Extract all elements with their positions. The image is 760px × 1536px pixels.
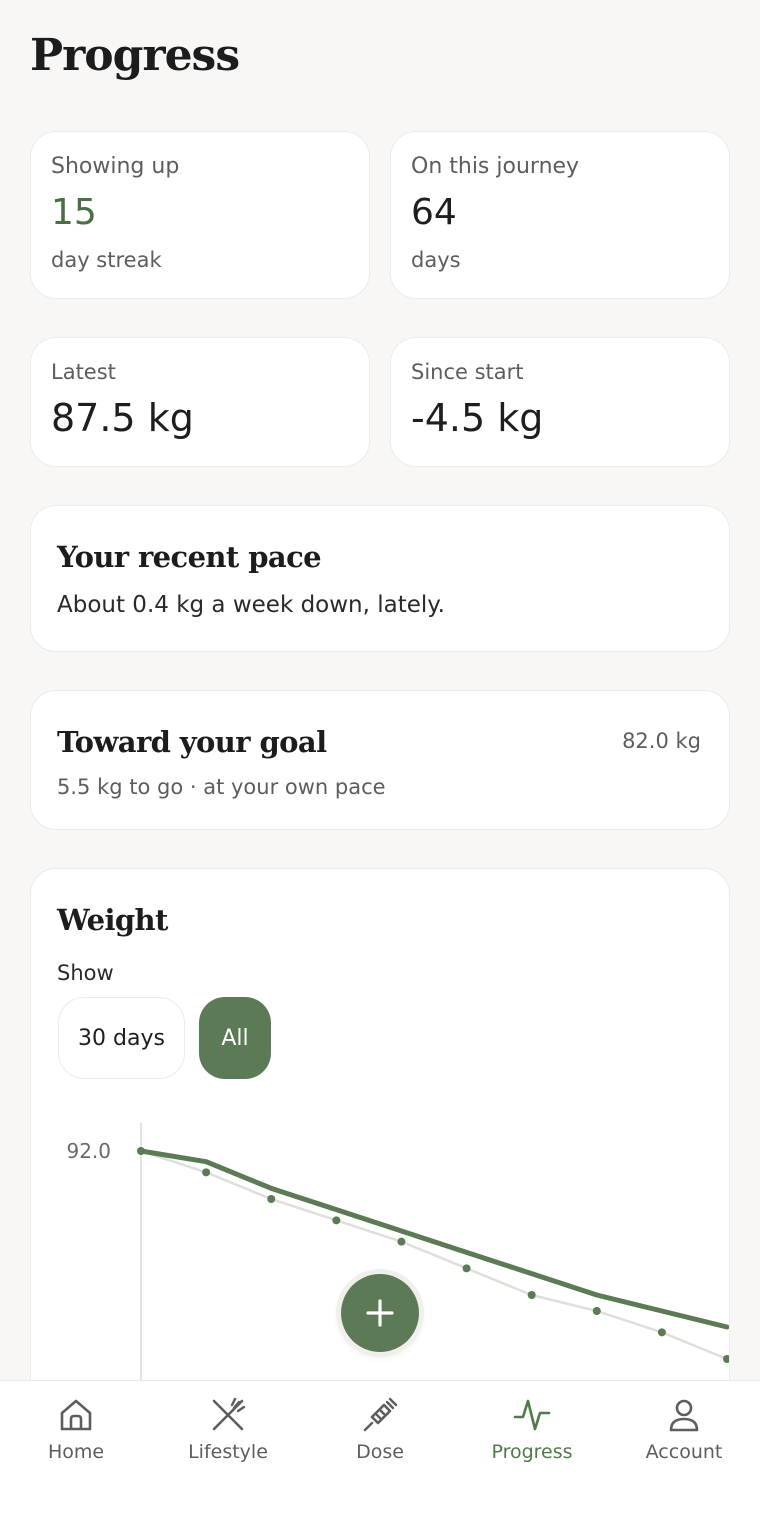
- nav-label-lifestyle: Lifestyle: [188, 1441, 268, 1463]
- activity-icon: [513, 1399, 551, 1431]
- goal-title: Toward your goal: [57, 725, 327, 759]
- chart-point: [202, 1168, 211, 1177]
- pace-card: Your recent pace About 0.4 kg a week dow…: [30, 505, 730, 652]
- chart-point: [592, 1307, 601, 1315]
- streak-label: Showing up: [51, 154, 180, 179]
- streak-value: 15: [51, 192, 97, 233]
- chart-point: [723, 1355, 729, 1363]
- streak-sub: day streak: [51, 248, 162, 272]
- goal-remaining: 5.5 kg to go · at your own pace: [57, 775, 386, 799]
- streak-card: Showing up 15 day streak: [30, 131, 370, 299]
- pace-title: Your recent pace: [57, 540, 322, 574]
- goal-card[interactable]: Toward your goal 82.0 kg 5.5 kg to go · …: [30, 690, 730, 830]
- chart-point: [527, 1291, 536, 1299]
- latest-card: Latest 87.5 kg: [30, 337, 370, 467]
- home-icon: [60, 1399, 92, 1431]
- since-start-card: Since start -4.5 kg: [390, 337, 730, 467]
- plus-icon: [366, 1299, 394, 1327]
- since-start-value: -4.5 kg: [411, 396, 544, 440]
- range-30-days-button[interactable]: 30 days: [58, 997, 185, 1079]
- chart-y-tick-label: 92.0: [66, 1139, 111, 1163]
- nav-item-account[interactable]: Account: [608, 1381, 760, 1491]
- weight-chart: 92.0: [66, 1123, 729, 1407]
- chart-point: [657, 1328, 666, 1337]
- nav-item-lifestyle[interactable]: Lifestyle: [152, 1381, 304, 1491]
- journey-sub: days: [411, 248, 461, 272]
- nav-label-dose: Dose: [356, 1441, 404, 1463]
- page-title: Progress: [30, 30, 240, 81]
- latest-value: 87.5 kg: [51, 396, 194, 440]
- weight-title: Weight: [57, 903, 168, 937]
- journey-card: On this journey 64 days: [390, 131, 730, 299]
- syringe-icon: [363, 1397, 398, 1432]
- chart-point: [397, 1237, 406, 1246]
- bottom-nav: Home Lifestyle Dose Progress Account: [0, 1380, 760, 1536]
- add-entry-button[interactable]: [341, 1274, 419, 1352]
- latest-label: Latest: [51, 360, 116, 384]
- since-start-label: Since start: [411, 360, 524, 384]
- nav-item-home[interactable]: Home: [0, 1381, 152, 1491]
- goal-target: 82.0 kg: [622, 729, 701, 753]
- journey-label: On this journey: [411, 154, 580, 179]
- nav-item-progress[interactable]: Progress: [456, 1381, 608, 1491]
- chart-raw-line: [139, 1149, 729, 1361]
- range-all-button[interactable]: All: [199, 997, 271, 1079]
- nav-label-account: Account: [645, 1441, 723, 1463]
- pace-text: About 0.4 kg a week down, lately.: [57, 592, 445, 618]
- user-icon: [669, 1399, 699, 1432]
- chart-point: [137, 1147, 145, 1155]
- chart-point: [267, 1195, 276, 1203]
- utensils-icon: [212, 1397, 246, 1431]
- nav-label-home: Home: [47, 1441, 105, 1463]
- chart-point: [332, 1216, 341, 1225]
- nav-item-dose[interactable]: Dose: [304, 1381, 456, 1491]
- journey-value: 64: [411, 192, 457, 233]
- nav-label-progress: Progress: [491, 1441, 573, 1463]
- show-label: Show: [57, 961, 114, 985]
- chart-trend-line: [138, 1148, 729, 1330]
- chart-point: [462, 1264, 471, 1273]
